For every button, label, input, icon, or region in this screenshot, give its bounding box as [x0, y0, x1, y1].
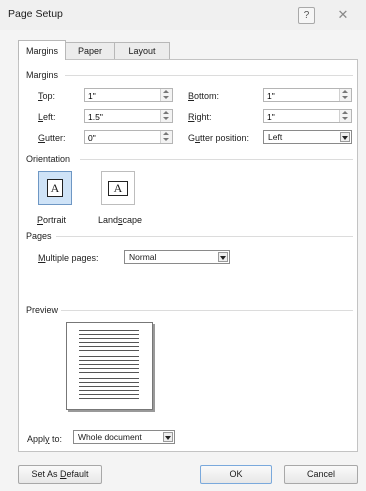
ok-button[interactable]: OK — [200, 465, 272, 484]
preview-text-line — [79, 356, 139, 357]
set-as-default-button[interactable]: Set As Default — [18, 465, 102, 484]
gutter-position-value: Left — [268, 132, 283, 142]
preview-text-line — [79, 350, 139, 351]
landscape-button[interactable]: A — [101, 171, 135, 205]
top-margin-input[interactable] — [88, 90, 148, 101]
bottom-margin-spinner[interactable] — [263, 88, 352, 102]
preview-text-line — [79, 342, 139, 343]
pages-section-label: Pages — [26, 231, 52, 241]
preview-text-line — [79, 338, 139, 339]
preview-page — [66, 322, 153, 410]
window-title: Page Setup — [8, 8, 63, 20]
right-margin-label: Right: — [188, 112, 212, 122]
bottom-margin-input[interactable] — [267, 90, 327, 101]
portrait-label: Portrait — [37, 215, 67, 225]
portrait-page-icon: A — [47, 179, 63, 197]
cancel-button[interactable]: Cancel — [284, 465, 358, 484]
preview-text-line — [79, 368, 139, 369]
landscape-label: Landscape — [98, 215, 143, 225]
spin-arrows-icon[interactable] — [339, 110, 351, 122]
margins-panel: Margins Top: Bottom: Left: Right: Gutter… — [18, 59, 358, 452]
preview-section-label: Preview — [26, 305, 59, 315]
top-margin-spinner[interactable] — [84, 88, 173, 102]
title-bar: Page Setup ? ✕ — [0, 0, 366, 30]
preview-text-line — [79, 334, 139, 335]
tab-layout[interactable]: Layout — [114, 42, 170, 60]
spin-arrows-icon[interactable] — [160, 110, 172, 122]
chevron-down-icon[interactable] — [218, 252, 228, 262]
tab-margins[interactable]: Margins — [18, 40, 66, 60]
multiple-pages-label: Multiple pages: — [38, 253, 99, 263]
top-margin-label: Top: — [38, 91, 56, 101]
chevron-down-icon[interactable] — [340, 132, 350, 142]
spin-arrows-icon[interactable] — [160, 89, 172, 101]
pages-divider — [56, 236, 353, 237]
portrait-button[interactable]: A — [38, 171, 72, 205]
left-margin-spinner[interactable] — [84, 109, 173, 123]
left-margin-input[interactable] — [88, 111, 148, 122]
preview-text-line — [79, 346, 139, 347]
apply-to-value: Whole document — [78, 432, 142, 442]
right-margin-input[interactable] — [267, 111, 327, 122]
apply-to-label: Apply to: — [27, 434, 63, 444]
preview-text-line — [79, 398, 139, 399]
spin-arrows-icon[interactable] — [160, 131, 172, 143]
landscape-page-icon: A — [108, 181, 128, 196]
close-button[interactable]: ✕ — [334, 7, 352, 22]
gutter-position-label: Gutter position: — [188, 133, 250, 143]
preview-text-line — [79, 360, 139, 361]
page-setup-dialog: Page Setup ? ✕ Margins Paper Layout Marg… — [0, 0, 366, 491]
bottom-margin-label: Bottom: — [188, 91, 220, 101]
preview-text-line — [79, 372, 139, 373]
gutter-position-select[interactable]: Left — [263, 130, 352, 144]
multiple-pages-value: Normal — [129, 252, 157, 262]
orientation-divider — [80, 159, 353, 160]
gutter-spinner[interactable] — [84, 130, 173, 144]
tab-paper[interactable]: Paper — [64, 42, 116, 60]
preview-text-line — [79, 382, 139, 383]
right-margin-spinner[interactable] — [263, 109, 352, 123]
left-margin-label: Left: — [38, 112, 56, 122]
margins-section-label: Margins — [26, 70, 59, 80]
preview-divider — [61, 310, 353, 311]
spin-arrows-icon[interactable] — [339, 89, 351, 101]
multiple-pages-select[interactable]: Normal — [124, 250, 230, 264]
preview-text-line — [79, 386, 139, 387]
chevron-down-icon[interactable] — [163, 432, 173, 442]
help-button[interactable]: ? — [298, 7, 315, 24]
preview-text-line — [79, 390, 139, 391]
gutter-input[interactable] — [88, 132, 148, 143]
gutter-label: Gutter: — [38, 133, 66, 143]
preview-text-line — [79, 394, 139, 395]
preview-text-line — [79, 378, 139, 379]
margins-divider — [65, 75, 353, 76]
preview-text-line — [79, 364, 139, 365]
preview-text-line — [79, 330, 139, 331]
orientation-section-label: Orientation — [26, 154, 71, 164]
apply-to-select[interactable]: Whole document — [73, 430, 175, 444]
